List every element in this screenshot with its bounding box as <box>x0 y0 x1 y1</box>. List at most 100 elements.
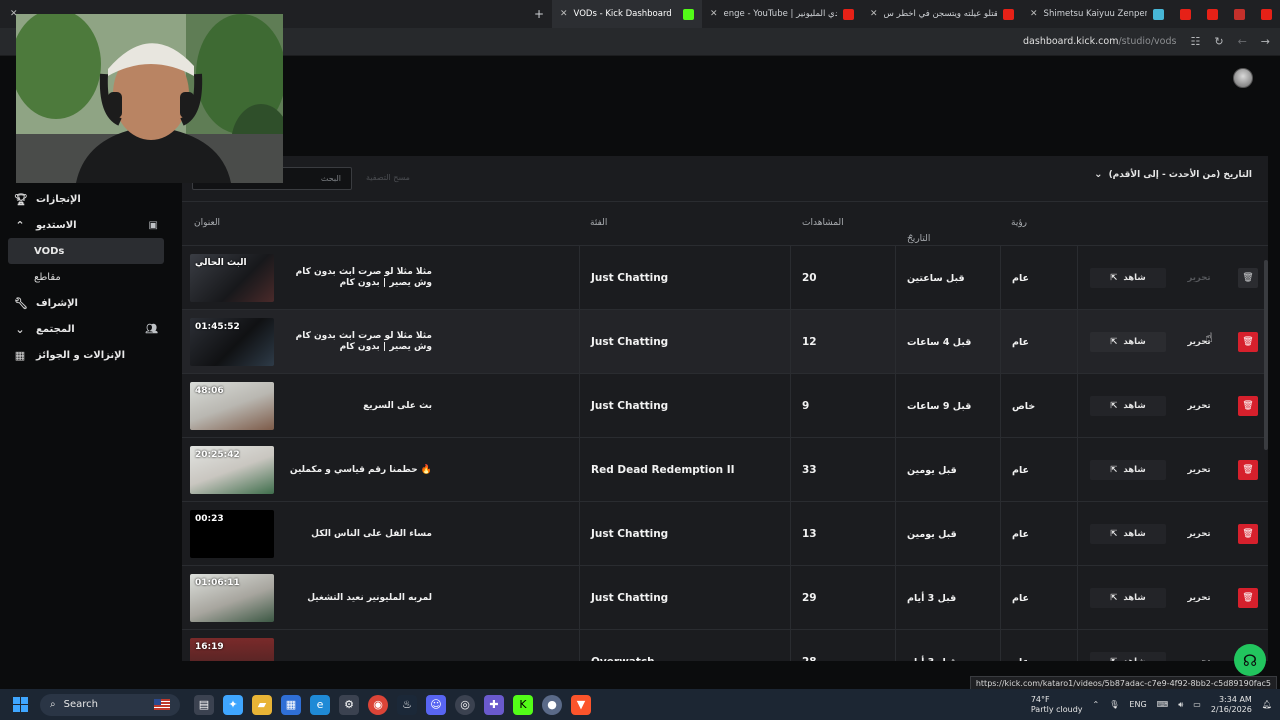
sidebar-item-drops[interactable]: ▦ الإنزالات و الجوائز <box>0 342 172 368</box>
vod-thumbnail[interactable]: 48:06 <box>190 382 274 430</box>
delete-button[interactable]: 🗑︎ <box>1238 396 1258 416</box>
discord-icon[interactable]: ☺ <box>426 694 446 715</box>
kick-app-icon[interactable]: K <box>513 694 533 715</box>
header-category: الفئة <box>590 218 608 228</box>
tab-youtube-6[interactable] <box>1253 0 1280 28</box>
sidebar-item-label: الإشراف <box>36 297 78 309</box>
sort-dropdown[interactable]: ⌄ التاريخ (من الأحدث - إلى الأقدم) <box>1094 169 1252 180</box>
table-row[interactable]: 20:25:42 🔥 حطمنا رقم قياسي و مكملين Red … <box>182 437 1268 502</box>
settings-icon[interactable]: ⚙ <box>339 694 359 715</box>
vod-thumbnail[interactable]: 00:23 <box>190 510 274 558</box>
store-icon[interactable]: ▦ <box>281 694 301 715</box>
edit-button[interactable]: تحرير <box>1170 588 1228 608</box>
notification-icon[interactable]: 🔔︎ <box>1262 700 1272 709</box>
sidebar-item-moderation[interactable]: 🔧︎ الإشراف <box>0 290 172 316</box>
sidebar-item-clips[interactable]: مقاطع <box>0 264 172 290</box>
edit-button[interactable]: تحرير <box>1170 332 1228 352</box>
gamepad-icon[interactable]: ✚ <box>484 694 504 715</box>
site-settings-icon[interactable]: ☷ <box>1190 35 1200 48</box>
close-tab-icon[interactable]: ✕ <box>710 9 718 19</box>
tab-youtube-3[interactable] <box>1172 0 1199 28</box>
edit-button[interactable]: تحرير <box>1170 460 1228 480</box>
url-field[interactable]: dashboard.kick.com/studio/vods <box>1023 36 1176 47</box>
vod-date: قبل 4 ساعات <box>907 336 972 348</box>
delete-button[interactable]: 🗑︎ <box>1238 332 1258 352</box>
tab-youtube-4[interactable] <box>1199 0 1226 28</box>
clock-time: 3:34 AM <box>1218 694 1252 704</box>
table-row[interactable]: البث الحالي مثلا مثلا لو صرت ابث بدون كا… <box>182 245 1268 310</box>
delete-button[interactable]: 🗑︎ <box>1238 588 1258 608</box>
clock[interactable]: 3:34 AM 2/16/2026 <box>1211 695 1252 715</box>
brave-icon[interactable]: ▼ <box>571 694 591 715</box>
tab-youtube-2[interactable]: ✕ بيقتلو عيلته ويتسجن في اخطر س <box>862 0 1022 28</box>
folder-icon[interactable]: ▰ <box>252 694 272 715</box>
edge-icon[interactable]: e <box>310 694 330 715</box>
vod-visibility: عام <box>1012 592 1030 604</box>
new-tab-button[interactable]: + <box>526 0 552 28</box>
microphone-icon[interactable]: 🎙︎ <box>1109 700 1119 709</box>
app-icon[interactable]: ● <box>542 694 562 715</box>
weather-widget[interactable]: 74°F Partly cloudy <box>1031 695 1083 713</box>
copilot-icon[interactable]: ✦ <box>223 694 243 715</box>
forward-icon[interactable]: → <box>1261 35 1270 48</box>
battery-icon[interactable]: ▭ <box>1193 700 1201 709</box>
reload-icon[interactable]: ↻ <box>1214 35 1223 48</box>
url-path: /studio/vods <box>1118 36 1177 47</box>
sidebar-item-achievements[interactable]: 🏆︎ الإنجازات <box>0 186 172 212</box>
clear-filters-button[interactable]: مسح التصفية <box>366 173 410 182</box>
watch-button[interactable]: ⇱ شاهد <box>1090 524 1166 544</box>
taskbar-search[interactable]: ⌕ Search <box>40 693 180 716</box>
delete-button[interactable]: 🗑︎ <box>1238 460 1258 480</box>
header-visibility[interactable]: رؤية <box>1011 218 1027 228</box>
chevron-up-icon[interactable]: ⌃ <box>1093 700 1100 709</box>
edit-button[interactable]: تحرير <box>1170 652 1228 661</box>
obs-icon[interactable]: ◎ <box>455 694 475 715</box>
tab-youtube-1[interactable]: ✕ enge - YouTube | تحدي المليونير <box>702 0 862 28</box>
sidebar-item-studio[interactable]: ⌃ الاستديو ▣ <box>0 212 172 238</box>
table-row[interactable]: 48:06 بث على السريع Just Chatting 9 قبل … <box>182 373 1268 438</box>
vod-thumbnail[interactable]: 20:25:42 <box>190 446 274 494</box>
vod-thumbnail[interactable]: 01:45:52 <box>190 318 274 366</box>
site-favicon-icon <box>1153 8 1164 20</box>
steam-icon[interactable]: ♨ <box>397 694 417 715</box>
language-indicator[interactable]: ENG <box>1129 700 1146 709</box>
windows-start-icon[interactable] <box>13 697 28 712</box>
close-tab-icon[interactable]: ✕ <box>560 9 568 19</box>
table-row[interactable]: 01:45:52 مثلا مثلا لو صرت ابث بدون كام و… <box>182 309 1268 374</box>
chrome-icon[interactable]: ◉ <box>368 694 388 715</box>
watch-button[interactable]: ⇱ شاهد <box>1090 460 1166 480</box>
youtube-favicon-icon <box>843 8 854 20</box>
edit-button[interactable]: تحرير <box>1170 396 1228 416</box>
watch-button[interactable]: ⇱ شاهد <box>1090 588 1166 608</box>
sidebar-item-vods[interactable]: VODs <box>8 238 164 264</box>
vod-thumbnail[interactable]: 16:19 <box>190 638 274 661</box>
volume-icon[interactable]: 🔊︎ <box>1178 700 1183 710</box>
delete-button[interactable]: 🗑︎ <box>1238 268 1258 288</box>
watch-button[interactable]: ⇱ شاهد <box>1090 268 1166 288</box>
vod-thumbnail[interactable]: 01:06:11 <box>190 574 274 622</box>
network-icon[interactable]: ⌨ <box>1157 700 1169 709</box>
vod-thumbnail[interactable]: البث الحالي <box>190 254 274 302</box>
edit-button[interactable]: تحرير <box>1170 524 1228 544</box>
edit-button[interactable]: تحرير <box>1170 268 1228 288</box>
close-tab-icon[interactable]: ✕ <box>870 9 878 19</box>
watch-button[interactable]: ⇱ شاهد <box>1090 396 1166 416</box>
watch-button[interactable]: ⇱ شاهد <box>1090 652 1166 661</box>
table-row[interactable]: 16:19 Overwatch 28 قبل 3 أيام عام ⇱شاهد … <box>182 629 1268 661</box>
user-avatar[interactable] <box>1233 68 1253 88</box>
tab-youtube-5[interactable] <box>1226 0 1253 28</box>
file-explorer-icon[interactable]: ▤ <box>194 694 214 715</box>
close-tab-icon[interactable]: ✕ <box>1030 9 1038 19</box>
youtube-favicon-icon <box>1180 8 1191 20</box>
sidebar-item-community[interactable]: ⌄ المجتمع 👥︎ <box>0 316 172 342</box>
header-views[interactable]: المشاهدات <box>802 218 844 228</box>
back-icon[interactable]: ← <box>1238 35 1247 48</box>
tab-anime[interactable]: ✕ Shimetsu Kaiyuu Zenpen انمي <box>1022 0 1172 28</box>
support-chat-button[interactable]: ☊ <box>1234 644 1266 676</box>
table-row[interactable]: 00:23 مساء الفل على الناس الكل Just Chat… <box>182 501 1268 566</box>
table-scrollbar[interactable] <box>1264 260 1268 450</box>
watch-button[interactable]: ⇱ شاهد <box>1090 332 1166 352</box>
delete-button[interactable]: 🗑︎ <box>1238 524 1258 544</box>
table-row[interactable]: 01:06:11 لمربه المليونير نعيد التشغيل Ju… <box>182 565 1268 630</box>
tab-kick-dashboard[interactable]: ✕ VODs - Kick Dashboard <box>552 0 702 28</box>
